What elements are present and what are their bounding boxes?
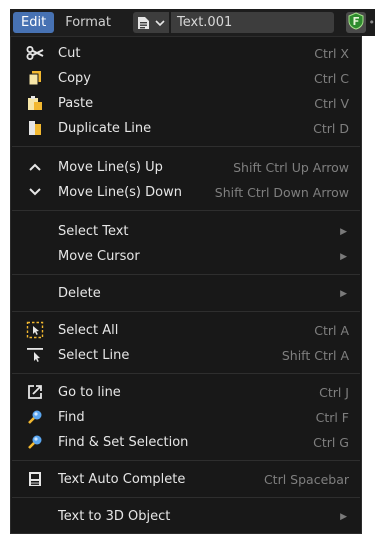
submenu-arrow-icon: ▶ <box>340 288 347 299</box>
menu-item-label: Duplicate Line <box>58 121 152 136</box>
autocomplete-icon <box>26 470 44 488</box>
menu-item-shortcut: Ctrl C <box>314 71 349 86</box>
menu-item-label: Select Line <box>58 348 130 363</box>
document-icon <box>137 16 150 30</box>
menu-item-label: Cut <box>58 46 81 61</box>
header-overflow-icon[interactable]: • <box>369 16 375 29</box>
submenu-arrow-icon: ▶ <box>340 511 347 522</box>
menu-item-find[interactable]: Find Ctrl F <box>11 405 361 430</box>
menu-item-shortcut: Ctrl D <box>313 121 349 136</box>
menu-item-label: Text Auto Complete <box>58 472 186 487</box>
format-menu-tab[interactable]: Format <box>57 12 119 33</box>
menu-item-text-to-3d-object[interactable]: Text to 3D Object ▶ <box>11 504 361 529</box>
scissors-icon <box>26 44 44 62</box>
menu-item-shortcut: Ctrl A <box>314 323 349 338</box>
menu-item-label: Find & Set Selection <box>58 435 189 450</box>
menu-item-move-lines-down[interactable]: Move Line(s) Down Shift Ctrl Down Arrow <box>11 180 361 205</box>
menu-separator <box>12 210 360 211</box>
menu-item-go-to-line[interactable]: Go to line Ctrl J <box>11 380 361 405</box>
menu-item-delete[interactable]: Delete ▶ <box>11 281 361 306</box>
menu-separator <box>12 146 360 147</box>
copy-icon <box>26 69 44 87</box>
font-badge-button[interactable] <box>346 11 366 34</box>
menu-item-cut[interactable]: Cut Ctrl X <box>11 41 361 66</box>
menu-item-move-cursor[interactable]: Move Cursor ▶ <box>11 244 361 269</box>
menu-separator <box>12 373 360 374</box>
chevron-down-icon <box>155 19 165 27</box>
chevron-down-icon <box>26 183 44 201</box>
menu-item-shortcut: Ctrl F <box>315 410 349 425</box>
menu-item-paste[interactable]: Paste Ctrl V <box>11 91 361 116</box>
menu-item-shortcut: Ctrl G <box>313 435 349 450</box>
select-all-icon <box>26 321 44 339</box>
go-to-icon <box>26 383 44 401</box>
menu-item-shortcut: Ctrl Spacebar <box>263 472 349 487</box>
duplicate-icon <box>26 119 44 137</box>
menu-item-move-lines-up[interactable]: Move Line(s) Up Shift Ctrl Up Arrow <box>11 155 361 180</box>
text-block-name-field[interactable]: Text.001 <box>171 12 335 33</box>
find-select-icon <box>26 433 44 451</box>
menu-item-shortcut: Ctrl X <box>314 46 349 61</box>
text-editor-edit-menu-screenshot: Edit Format Text.001 • Cut Ctrl X Copy C… <box>0 0 375 538</box>
menu-item-shortcut: Shift Ctrl Down Arrow <box>214 185 349 200</box>
menu-separator <box>12 311 360 312</box>
find-icon <box>26 408 44 426</box>
select-line-icon <box>26 346 44 364</box>
paste-icon <box>26 94 44 112</box>
menu-item-copy[interactable]: Copy Ctrl C <box>11 66 361 91</box>
text-editor-header: Edit Format Text.001 • <box>10 9 375 36</box>
edit-menu-tab[interactable]: Edit <box>13 12 55 33</box>
menu-item-duplicate-line[interactable]: Duplicate Line Ctrl D <box>11 116 361 141</box>
submenu-arrow-icon: ▶ <box>340 251 347 262</box>
menu-item-label: Move Line(s) Up <box>58 160 163 175</box>
edit-dropdown-menu: Cut Ctrl X Copy Ctrl C Paste Ctrl V Dupl… <box>10 36 362 534</box>
menu-item-label: Go to line <box>58 385 121 400</box>
menu-item-label: Paste <box>58 96 94 111</box>
menu-item-label: Copy <box>58 71 91 86</box>
menu-item-label: Select Text <box>58 224 129 239</box>
font-badge-icon <box>347 11 365 34</box>
menu-item-label: Select All <box>58 323 119 338</box>
menu-item-label: Text to 3D Object <box>58 509 171 524</box>
menu-item-text-auto-complete[interactable]: Text Auto Complete Ctrl Spacebar <box>11 467 361 492</box>
menu-item-label: Find <box>58 410 85 425</box>
submenu-arrow-icon: ▶ <box>340 226 347 237</box>
menu-item-shortcut: Shift Ctrl A <box>281 348 349 363</box>
menu-item-shortcut: Ctrl J <box>319 385 349 400</box>
text-browse-button[interactable] <box>133 12 169 33</box>
menu-item-label: Move Line(s) Down <box>58 185 182 200</box>
menu-separator <box>12 497 360 498</box>
menu-item-label: Move Cursor <box>58 249 140 264</box>
menu-item-shortcut: Shift Ctrl Up Arrow <box>233 160 349 175</box>
menu-item-label: Delete <box>58 286 101 301</box>
menu-item-select-text[interactable]: Select Text ▶ <box>11 219 361 244</box>
chevron-up-icon <box>26 158 44 176</box>
menu-separator <box>12 460 360 461</box>
menu-item-find-set-selection[interactable]: Find & Set Selection Ctrl G <box>11 430 361 455</box>
menu-separator <box>12 274 360 275</box>
menu-item-select-all[interactable]: Select All Ctrl A <box>11 318 361 343</box>
menu-item-shortcut: Ctrl V <box>314 96 349 111</box>
menu-item-select-line[interactable]: Select Line Shift Ctrl A <box>11 343 361 368</box>
